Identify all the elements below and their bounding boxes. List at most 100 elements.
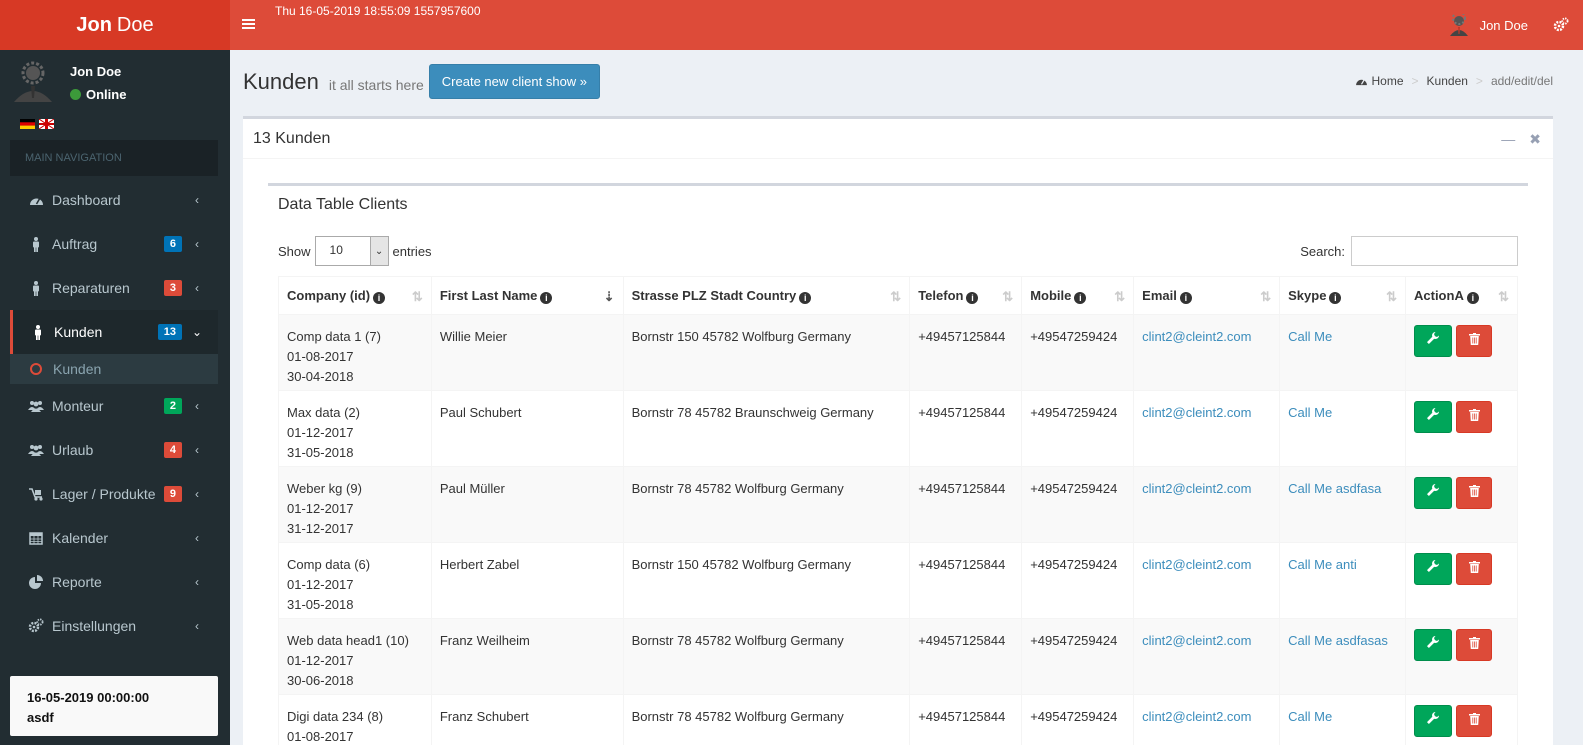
edit-button[interactable] bbox=[1414, 629, 1452, 661]
cell-skype-link[interactable]: Call Me anti bbox=[1279, 542, 1406, 619]
cell-email-link[interactable]: clint2@cleint2.com bbox=[1133, 390, 1281, 467]
column-header-mobile[interactable]: Mobile i ⇅ bbox=[1021, 276, 1135, 315]
sidebar-item-reparaturen[interactable]: Reparaturen 3 ‹ bbox=[0, 266, 218, 310]
cell-actions bbox=[1405, 314, 1518, 391]
cell-name: Herbert Zabel bbox=[430, 542, 624, 619]
breadcrumb-kunden[interactable]: Kunden bbox=[1427, 74, 1468, 88]
chevron-left-icon: ‹ bbox=[195, 487, 199, 501]
sort-icon: ⇅ bbox=[1260, 289, 1272, 304]
cell-actions bbox=[1405, 542, 1518, 619]
top-user-menu[interactable]: Jon Doe bbox=[1448, 14, 1528, 36]
online-status-icon bbox=[70, 89, 81, 100]
show-label: Show bbox=[278, 243, 311, 259]
edit-button[interactable] bbox=[1414, 705, 1452, 737]
sidebar-item-auftrag[interactable]: Auftrag 6 ‹ bbox=[0, 222, 218, 266]
close-icon[interactable]: ✖ bbox=[1529, 131, 1541, 148]
cell-skype-link[interactable]: Call Me asdfasa bbox=[1279, 466, 1406, 543]
box-header: 13 Kunden bbox=[243, 119, 1553, 159]
company-date-end: 31-05-2018 bbox=[287, 597, 354, 612]
edit-button[interactable] bbox=[1414, 401, 1452, 433]
count-badge: 3 bbox=[163, 280, 182, 296]
cell-email-link[interactable]: clint2@cleint2.com bbox=[1133, 314, 1281, 391]
delete-button[interactable] bbox=[1456, 705, 1492, 737]
delete-button[interactable] bbox=[1456, 553, 1492, 585]
sidebar-item-label: Reparaturen bbox=[52, 280, 130, 296]
cell-email-link[interactable]: clint2@cleint2.com bbox=[1133, 466, 1281, 543]
trash-icon bbox=[1468, 407, 1480, 427]
edit-button[interactable] bbox=[1414, 477, 1452, 509]
cell-email-link[interactable]: clint2@cleint2.com bbox=[1133, 542, 1281, 619]
info-icon: i bbox=[373, 291, 386, 304]
settings-cogs-icon[interactable] bbox=[1553, 17, 1569, 36]
sidebar-note-text: asdf bbox=[27, 710, 54, 725]
cell-company: Web data head1 (10) 01-12-2017 30-06-2018 bbox=[278, 618, 432, 695]
delete-button[interactable] bbox=[1456, 477, 1492, 509]
create-client-button[interactable]: Create new client show » bbox=[428, 64, 601, 99]
minimize-icon[interactable]: — bbox=[1501, 131, 1515, 148]
dashboard-icon bbox=[28, 192, 44, 208]
edit-button[interactable] bbox=[1414, 553, 1452, 585]
cell-telefon: +49457125844 bbox=[909, 618, 1023, 695]
cell-skype-link[interactable]: Call Me asdfasas bbox=[1279, 618, 1406, 695]
cell-telefon: +49457125844 bbox=[909, 542, 1023, 619]
cogs-icon bbox=[28, 618, 44, 634]
sidebar-subitem-kunden[interactable]: Kunden bbox=[10, 354, 218, 384]
sidebar-item-einstellungen[interactable]: Einstellungen ‹ bbox=[0, 604, 218, 648]
table-row: Digi data 234 (8) 01-08-2017 Franz Schuber… bbox=[278, 694, 1518, 745]
sidebar-item-reporte[interactable]: Reporte ‹ bbox=[0, 560, 218, 604]
sidebar-item-urlaub[interactable]: Urlaub 4 ‹ bbox=[0, 428, 218, 472]
trash-icon bbox=[1468, 711, 1480, 731]
page-title: Kunden bbox=[243, 68, 319, 94]
cell-email-link[interactable]: clint2@cleint2.com bbox=[1133, 694, 1281, 745]
entries-select[interactable]: 10 ⌄ bbox=[314, 236, 389, 266]
sidebar-item-monteur[interactable]: Monteur 2 ‹ bbox=[0, 384, 218, 428]
company-date-end: 30-04-2018 bbox=[287, 369, 354, 384]
sidebar-item-label: Auftrag bbox=[52, 236, 98, 252]
column-header-company[interactable]: Company (id) i ⇅ bbox=[278, 276, 432, 315]
dashboard-icon bbox=[1355, 79, 1367, 86]
company-name: Comp data 1 (7) bbox=[287, 329, 381, 344]
breadcrumb-separator: > bbox=[1475, 74, 1483, 88]
english-flag-icon[interactable] bbox=[39, 119, 54, 129]
cell-skype-link[interactable]: Call Me bbox=[1279, 390, 1406, 467]
breadcrumb-home[interactable]: Home bbox=[1372, 74, 1404, 88]
sidebar-item-kalender[interactable]: Kalender ‹ bbox=[0, 516, 218, 560]
edit-button[interactable] bbox=[1414, 325, 1452, 357]
company-date-start: 01-12-2017 bbox=[287, 425, 354, 440]
column-header-name[interactable]: First Last Name i ⇣ bbox=[430, 276, 624, 315]
cell-email-link[interactable]: clint2@cleint2.com bbox=[1133, 618, 1281, 695]
truck-icon bbox=[28, 486, 44, 502]
user-panel: Jon Doe Online bbox=[0, 50, 230, 140]
cell-skype-link[interactable]: Call Me bbox=[1279, 694, 1406, 745]
sidebar-item-label: Urlaub bbox=[52, 442, 94, 458]
user-avatar bbox=[14, 61, 52, 102]
delete-button[interactable] bbox=[1456, 401, 1492, 433]
chevron-left-icon: ‹ bbox=[195, 193, 199, 207]
company-date-start: 01-08-2017 bbox=[287, 729, 354, 744]
sidebar-item-lager-produkte[interactable]: Lager / Produkte 9 ‹ bbox=[0, 472, 218, 516]
column-header-label: Email bbox=[1142, 287, 1177, 303]
delete-button[interactable] bbox=[1456, 325, 1492, 357]
search-input[interactable] bbox=[1351, 236, 1518, 266]
chevron-left-icon: ‹ bbox=[195, 619, 199, 633]
cell-company: Max data (2) 01-12-2017 31-05-2018 bbox=[278, 390, 432, 467]
column-header-address[interactable]: Strasse PLZ Stadt Country i ⇅ bbox=[622, 276, 911, 315]
sidebar: Jon Doe Online MAIN NAVIGATION Dashboard… bbox=[0, 50, 230, 745]
sidebar-note-date: 16-05-2019 00:00:00 bbox=[27, 690, 150, 705]
data-table-box: Data Table Clients Show 10 ⌄ entries Sea… bbox=[268, 183, 1528, 745]
chevron-left-icon: ‹ bbox=[195, 399, 199, 413]
table-row: Web data head1 (10) 01-12-2017 30-06-2018 F… bbox=[278, 618, 1518, 695]
sidebar-item-kunden[interactable]: Kunden 13 ⌄ bbox=[10, 310, 218, 354]
sidebar-item-dashboard[interactable]: Dashboard ‹ bbox=[0, 178, 218, 222]
app-logo[interactable]: Jon Doe bbox=[0, 0, 230, 50]
german-flag-icon[interactable] bbox=[20, 119, 35, 129]
delete-button[interactable] bbox=[1456, 629, 1492, 661]
column-header-skype[interactable]: Skype i ⇅ bbox=[1279, 276, 1406, 315]
column-header-email[interactable]: Email i ⇅ bbox=[1133, 276, 1281, 315]
column-header-action[interactable]: ActionA i ⇅ bbox=[1405, 276, 1518, 315]
sidebar-toggle-icon[interactable] bbox=[242, 17, 256, 31]
cell-skype-link[interactable]: Call Me bbox=[1279, 314, 1406, 391]
company-date-start: 01-12-2017 bbox=[287, 577, 354, 592]
column-header-telefon[interactable]: Telefon i ⇅ bbox=[909, 276, 1023, 315]
chevron-down-icon: ⌄ bbox=[192, 325, 203, 339]
